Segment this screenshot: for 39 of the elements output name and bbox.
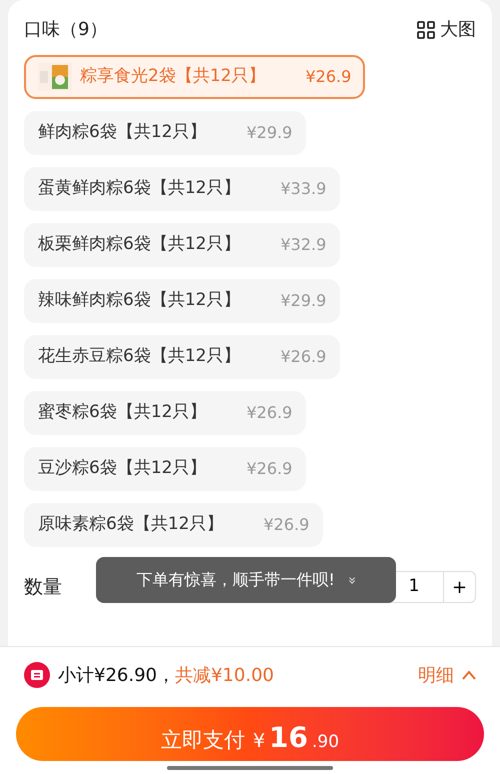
option-price: ¥33.9 (280, 178, 326, 200)
flavor-option[interactable]: 蛋黄鲜肉粽6袋【共12只】 ¥33.9 (24, 167, 340, 211)
quantity-label: 数量 (24, 574, 62, 600)
pay-button[interactable]: 立即支付 ¥16.90 (16, 707, 484, 761)
discount-text: 共减¥10.00 (174, 664, 274, 688)
chevron-icon: » (340, 576, 362, 584)
option-name: 花生赤豆粽6袋【共12只】 (38, 345, 240, 368)
flavor-option[interactable]: 花生赤豆粽6袋【共12只】 ¥26.9 (24, 335, 340, 379)
flavor-option[interactable]: 辣味鲜肉粽6袋【共12只】 ¥29.9 (24, 279, 340, 323)
option-price: ¥29.9 (280, 290, 326, 312)
option-name: 板栗鲜肉粽6袋【共12只】 (38, 233, 240, 256)
option-name: 辣味鲜肉粽6袋【共12只】 (38, 289, 240, 312)
toast-text: 下单有惊喜，顺手带一件呗! (136, 569, 335, 591)
option-name: 粽享食光2袋【共12只】 (80, 65, 266, 88)
quantity-value[interactable]: 1 (408, 574, 420, 600)
flavor-option[interactable]: 原味素粽6袋【共12只】 ¥26.9 (24, 503, 324, 547)
option-price: ¥26.9 (246, 402, 292, 424)
option-price: ¥29.9 (246, 122, 292, 144)
option-name: 原味素粽6袋【共12只】 (38, 513, 224, 536)
flavor-option[interactable]: 鲜肉粽6袋【共12只】 ¥29.9 (24, 111, 306, 155)
section-title: 口味（9） (24, 18, 108, 42)
subtotal-text: 小计¥26.90， (58, 664, 175, 688)
grid-icon (416, 20, 436, 40)
coupon-icon (24, 662, 50, 688)
option-price: ¥26.9 (246, 458, 292, 480)
chevron-up-icon (462, 670, 476, 680)
option-price: ¥26.9 (280, 346, 326, 368)
option-name: 蜜枣粽6袋【共12只】 (38, 401, 206, 424)
flavor-option[interactable]: 蜜枣粽6袋【共12只】 ¥26.9 (24, 391, 306, 435)
option-price: ¥26.9 (263, 514, 310, 536)
option-name: 蛋黄鲜肉粽6袋【共12只】 (38, 177, 240, 200)
option-price: ¥32.9 (280, 234, 326, 256)
option-price: ¥26.9 (305, 66, 352, 88)
flavor-option[interactable]: 板栗鲜肉粽6袋【共12只】 ¥32.9 (24, 223, 340, 267)
option-name: 鲜肉粽6袋【共12只】 (38, 121, 206, 144)
large-view-toggle[interactable]: 大图 (416, 16, 476, 43)
increment-button[interactable]: + (443, 572, 475, 602)
flavor-option[interactable]: 豆沙粽6袋【共12只】 ¥26.9 (24, 447, 306, 491)
option-name: 豆沙粽6袋【共12只】 (38, 457, 206, 480)
